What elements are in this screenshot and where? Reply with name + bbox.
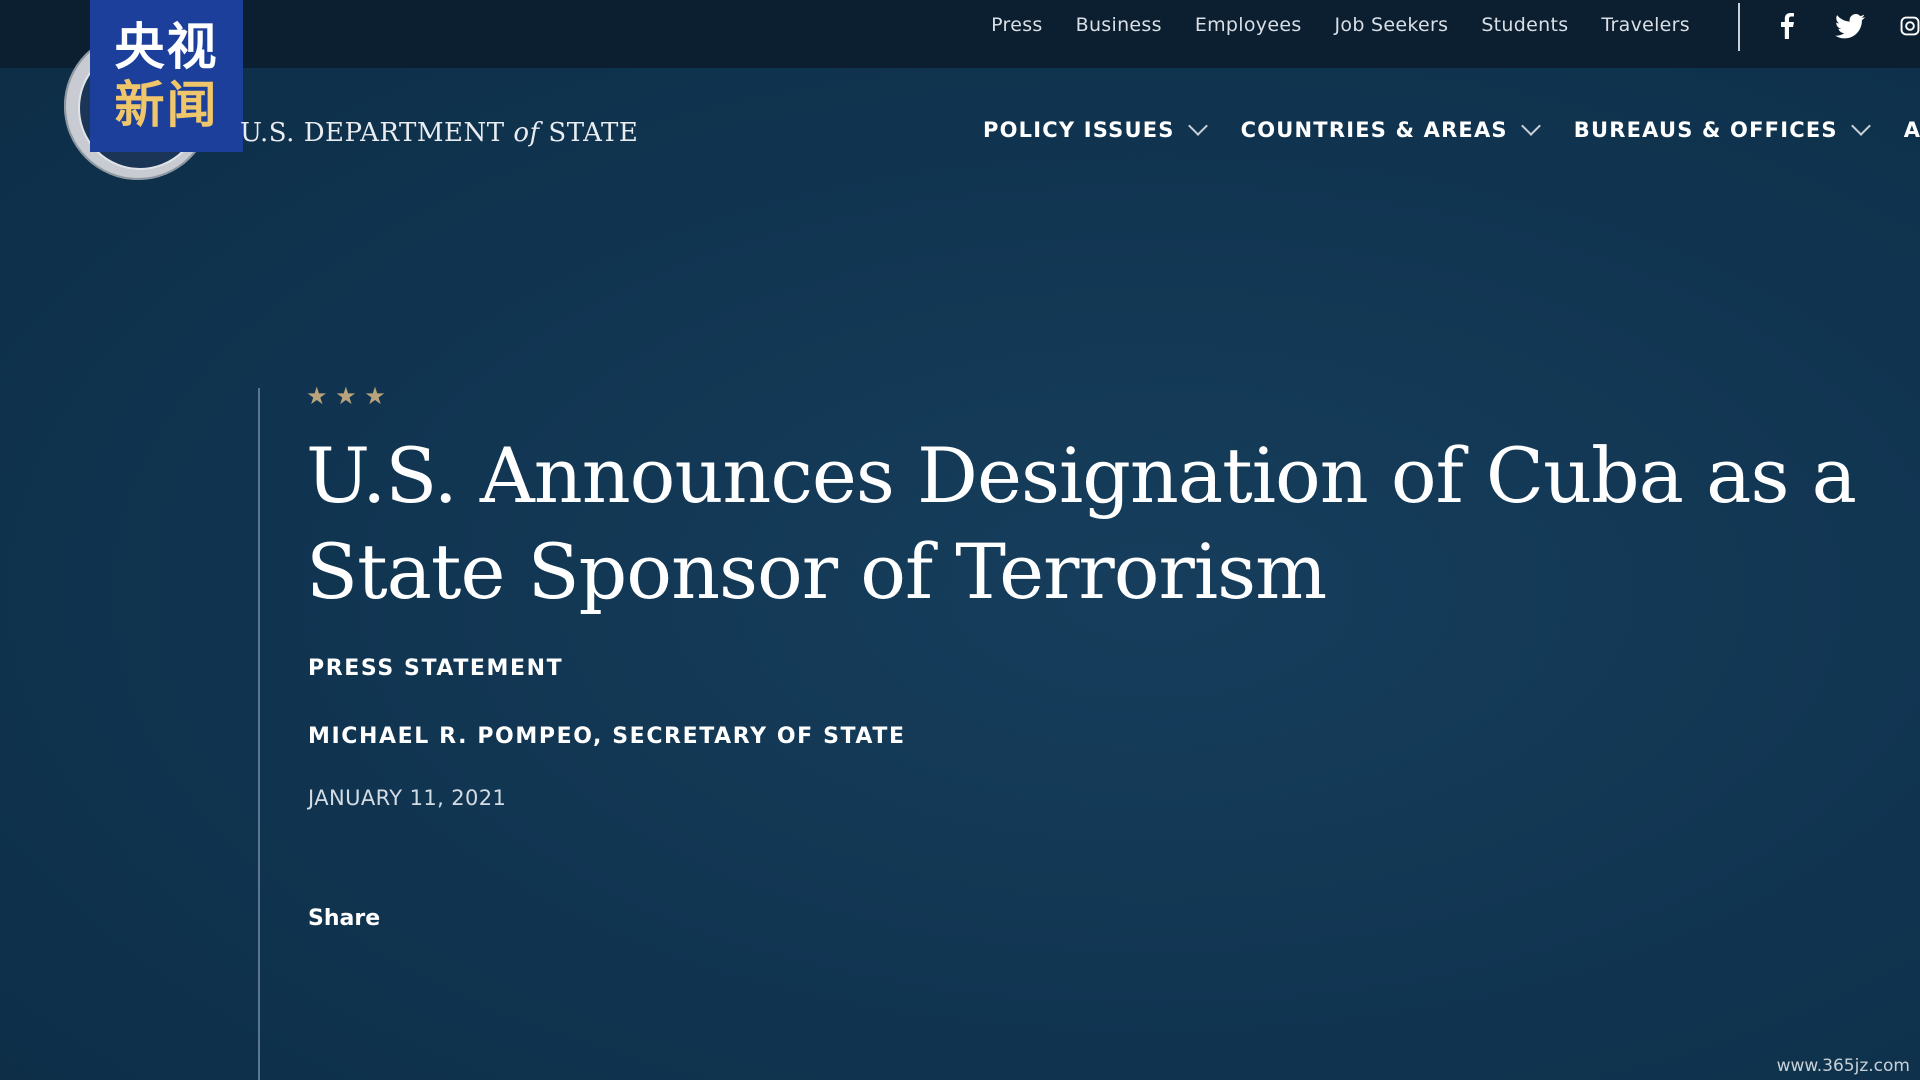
instagram-icon[interactable] [1900,8,1920,44]
nav-item-bureaus-offices[interactable]: BUREAUS & OFFICES [1573,116,1871,142]
share-button[interactable]: Share [308,906,380,931]
article-author: MICHAEL R. POMPEO, SECRETARY OF STATE [308,724,906,749]
utility-link-business[interactable]: Business [1076,14,1162,36]
chevron-down-icon [1520,116,1541,136]
cctv-news-logo: 央视 新闻 [90,0,243,152]
twitter-icon[interactable] [1834,8,1866,44]
utility-nav: Press Business Employees Job Seekers Stu… [991,0,1690,50]
article-title: U.S. Announces Designation of Cuba as a … [306,431,1857,616]
nav-item-policy-issues[interactable]: POLICY ISSUES [983,116,1208,142]
article-left-rule [258,388,260,1080]
cctv-logo-line1: 央视 [114,18,219,76]
watermark: www.365jz.com [1776,1056,1910,1076]
nav-label: ABOUT [1903,118,1920,142]
facebook-icon[interactable] [1774,8,1800,44]
nav-label: BUREAUS & OFFICES [1573,118,1838,142]
chevron-down-icon [1187,116,1208,136]
stars-icon: ★ ★ ★ [306,382,386,410]
nav-item-countries-areas[interactable]: COUNTRIES & AREAS [1240,116,1541,142]
chevron-down-icon [1850,116,1871,136]
utility-link-employees[interactable]: Employees [1195,14,1302,36]
utility-link-travelers[interactable]: Travelers [1601,14,1690,36]
utility-bar: Press Business Employees Job Seekers Stu… [0,0,1920,68]
article-date: JANUARY 11, 2021 [308,786,507,810]
site-brand[interactable]: U.S. DEPARTMENT of STATE [240,118,638,148]
brand-prefix: U.S. DEPARTMENT [240,118,514,148]
utility-link-students[interactable]: Students [1481,14,1568,36]
nav-label: COUNTRIES & AREAS [1240,118,1508,142]
main-nav: POLICY ISSUES COUNTRIES & AREAS BUREAUS … [983,116,1920,142]
nav-item-about[interactable]: ABOUT [1904,118,1920,142]
page: Press Business Employees Job Seekers Stu… [0,0,1920,1080]
brand-of: of [513,118,540,148]
utility-link-press[interactable]: Press [991,14,1043,36]
brand-suffix: STATE [539,118,639,148]
article-type: PRESS STATEMENT [308,656,564,681]
utility-divider [1738,3,1740,51]
nav-label: POLICY ISSUES [983,118,1175,142]
cctv-logo-line2: 新闻 [114,76,219,134]
utility-link-job-seekers[interactable]: Job Seekers [1335,14,1449,36]
